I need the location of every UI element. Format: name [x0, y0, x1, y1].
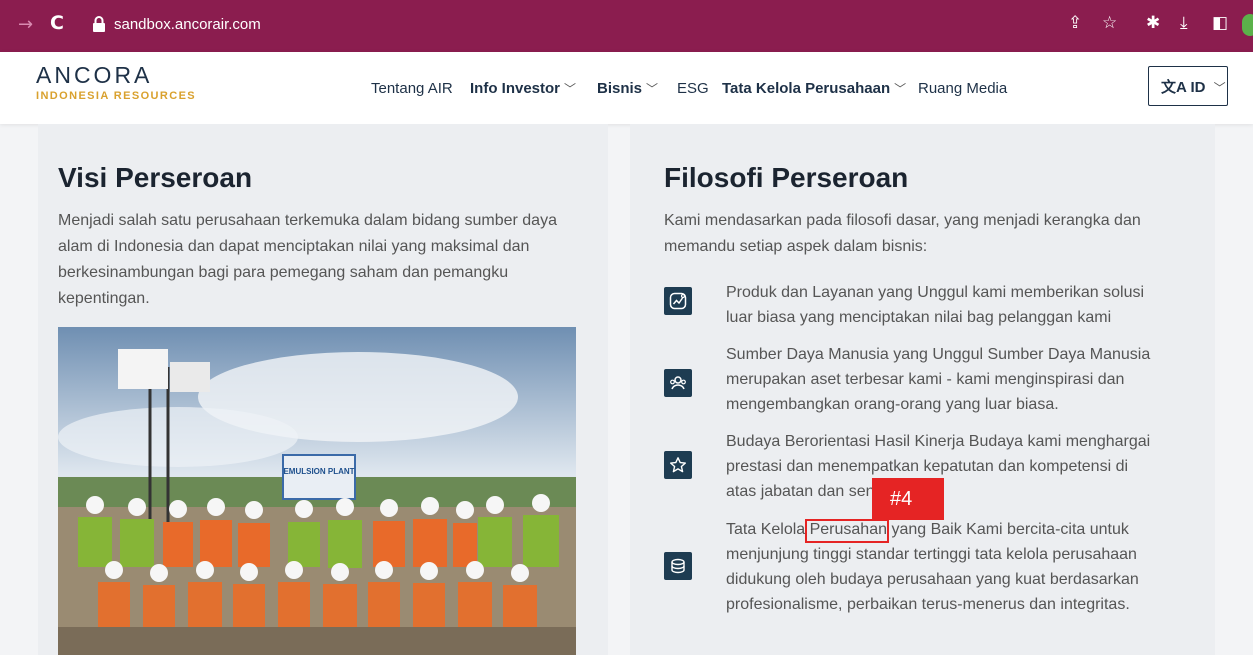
nav-ruang-media[interactable]: Ruang Media	[918, 80, 1007, 97]
share-icon[interactable]: ⇪	[1068, 13, 1082, 33]
visi-line: Menjadi salah satu perusahaan terkemuka …	[58, 212, 557, 229]
philosophy-item-sdm: Sumber Daya Manusia yang Unggul Sumber D…	[726, 342, 1196, 417]
people-icon	[664, 369, 692, 397]
nav-esg[interactable]: ESG	[677, 80, 709, 97]
extensions-icon[interactable]: ✱	[1146, 13, 1160, 33]
highlight-box	[805, 519, 889, 543]
filosofi-card: Filosofi Perseroan Kami mendasarkan pada…	[630, 124, 1215, 655]
coins-icon	[664, 552, 692, 580]
intro-line: memandu setiap aspek dalam bisnis:	[664, 238, 928, 255]
nav-info-investor[interactable]: Info Investor ﹀	[470, 80, 576, 97]
item-line: luar biasa yang menciptakan nilai bag pe…	[726, 309, 1112, 326]
nav-label: ESG	[677, 80, 709, 97]
nav-label: Tentang AIR	[371, 80, 453, 97]
chevron-down-icon: ﹀	[1213, 81, 1226, 95]
back-arrow-icon[interactable]: →	[18, 14, 33, 35]
chevron-down-icon: ﹀	[564, 82, 577, 96]
nav-tata-kelola[interactable]: Tata Kelola Perusahaan ﹀	[722, 80, 906, 97]
language-label: ID	[1190, 79, 1206, 96]
browser-toolbar: → C sandbox.ancorair.com ⇪ ☆ ✱ ⤓ ◧	[0, 0, 1253, 52]
side-panel-icon[interactable]: ◧	[1212, 13, 1228, 33]
philosophy-item-tata-kelola: Tata Kelola Perusahan yang Baik Kami ber…	[726, 517, 1196, 617]
logo-tagline: INDONESIA RESOURCES	[36, 90, 197, 102]
item-line: profesionalisme, perbaikan terus-menerus…	[726, 596, 1130, 613]
address-bar[interactable]: sandbox.ancorair.com	[114, 16, 261, 33]
item-line: Produk dan Layanan yang Unggul kami memb…	[726, 284, 1145, 301]
site-header: ANCORA INDONESIA RESOURCES Tentang AIR I…	[0, 52, 1253, 124]
nav-label: Tata Kelola Perusahaan	[722, 80, 891, 97]
philosophy-item-produk: Produk dan Layanan yang Unggul kami memb…	[726, 280, 1196, 330]
profile-avatar[interactable]	[1242, 14, 1253, 36]
nav-tentang-air[interactable]: Tentang AIR	[371, 80, 453, 97]
nav-bisnis[interactable]: Bisnis ﹀	[597, 80, 658, 97]
visi-line: kepentingan.	[58, 290, 150, 307]
item-line: merupakan aset terbesar kami - kami meng…	[726, 371, 1125, 388]
nav-label: Ruang Media	[918, 80, 1008, 97]
lock-icon[interactable]	[92, 16, 106, 32]
star-icon	[664, 451, 692, 479]
visi-line: alam di Indonesia dan dapat menciptakan …	[58, 238, 530, 255]
nav-label: Bisnis	[597, 80, 643, 97]
visi-text: Menjadi salah satu perusahaan terkemuka …	[58, 208, 603, 312]
intro-line: Kami mendasarkan pada filosofi dasar, ya…	[664, 212, 1141, 229]
item-line: menjunjung tinggi standar tertinggi tata…	[726, 546, 1137, 563]
visi-title: Visi Perseroan	[58, 162, 253, 193]
item-line: prestasi dan menempatkan kepatutan dan k…	[726, 458, 1129, 475]
item-line: Sumber Daya Manusia yang Unggul Sumber D…	[726, 346, 1151, 363]
chevron-down-icon: ﹀	[894, 82, 907, 96]
item-line: Budaya Berorientasi Hasil Kinerja Budaya…	[726, 433, 1151, 450]
item-line: mengembangkan orang-orang yang luar bias…	[726, 396, 1059, 413]
translate-icon: 文A	[1161, 79, 1187, 96]
download-icon[interactable]: ⤓	[1180, 13, 1188, 33]
photo-sign-text: EMULSION PLANT	[283, 467, 354, 476]
philosophy-item-budaya: Budaya Berorientasi Hasil Kinerja Budaya…	[726, 429, 1196, 504]
item-line: Tata Kelola Perusahan yang Baik Kami ber…	[726, 521, 1129, 538]
item-line: didukung oleh budaya perusahaan yang kua…	[726, 571, 1139, 588]
nav-label: Info Investor	[470, 80, 561, 97]
chevron-down-icon: ﹀	[646, 82, 659, 96]
language-selector[interactable]: 文A ID ﹀	[1148, 66, 1228, 106]
visi-card: Visi Perseroan Menjadi salah satu perusa…	[38, 124, 608, 655]
filosofi-intro: Kami mendasarkan pada filosofi dasar, ya…	[664, 208, 1204, 260]
reload-icon[interactable]: C	[50, 12, 64, 34]
bookmark-star-icon[interactable]: ☆	[1102, 13, 1117, 33]
visi-line: berkesinambungan bagi para pemegang saha…	[58, 264, 509, 281]
logo-wordmark[interactable]: ANCORA	[36, 62, 152, 89]
team-photo: EMULSION PLANT	[58, 327, 576, 655]
filosofi-title: Filosofi Perseroan	[664, 162, 909, 193]
chart-icon	[664, 287, 692, 315]
annotation-tag: #4	[872, 478, 944, 520]
